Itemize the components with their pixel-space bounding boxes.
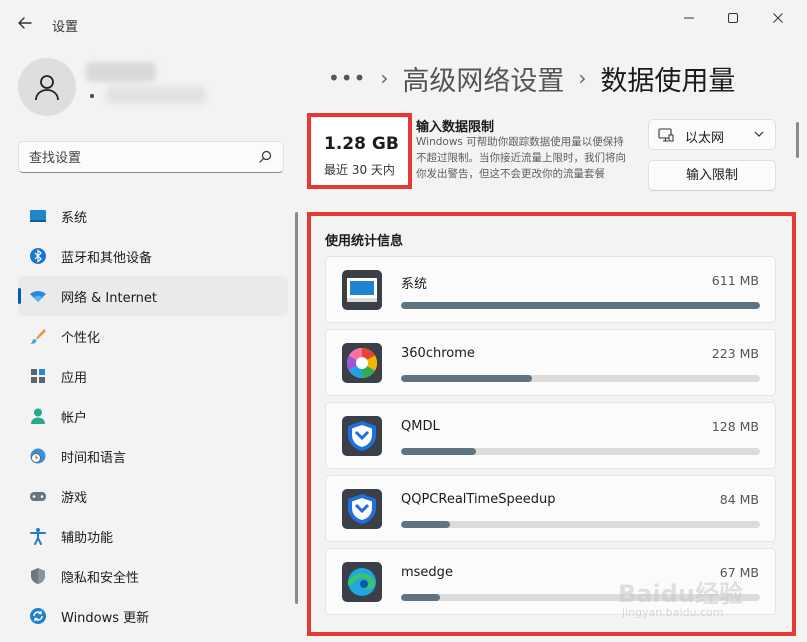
sidebar-item-accessibility[interactable]: 辅助功能 [18,516,288,556]
app-size: 84 MB [719,492,759,507]
network-adapter-dropdown[interactable]: 以太网 [648,119,776,150]
search-input[interactable] [27,147,251,169]
account-icon [28,406,48,426]
sidebar-item-network[interactable]: 网络 & Internet [18,276,288,316]
usage-bar-fill [401,594,441,601]
page-title: 数据使用量 [600,65,736,97]
sidebar-item-privacy[interactable]: 隐私和安全性 [18,556,288,596]
usage-bar-fill [401,521,451,528]
watermark-brand: Baidu经验 [618,580,743,608]
maximize-icon[interactable] [718,6,748,30]
watermark-url: jingyan.baidu.com [622,606,724,619]
search-box[interactable] [18,141,284,173]
breadcrumb-more-button[interactable]: ••• [328,66,366,90]
app-usage-list: 系统 611 MB 360chrome 223 MB QMDL 128 MB Q… [325,256,776,628]
sidebar-scrollbar[interactable] [295,212,298,604]
app-usage-item-qmdl[interactable]: QMDL 128 MB [325,402,776,469]
breadcrumb-parent-link[interactable]: 高级网络设置 [402,59,564,98]
usage-bar-fill [401,302,760,309]
gamepad-icon [28,486,48,506]
back-arrow-icon[interactable] [14,12,36,34]
ethernet-monitor-icon [658,128,674,142]
app-title: 设置 [52,20,79,35]
content-scrollbar[interactable] [796,122,799,158]
title-bar: 设置 [0,0,807,50]
chevron-down-icon [754,131,764,137]
blurred-username [86,60,206,110]
network-adapter-label: 以太网 [685,131,725,146]
breadcrumb: ••• › 高级网络设置 › 数据使用量 [328,58,735,98]
usage-bar-track [401,448,760,455]
apps-icon [28,366,48,386]
brush-icon [28,326,48,346]
usage-period: 最近 30 天内 [324,163,395,177]
app-name: QMDL [401,419,440,434]
app-size: 223 MB [711,346,759,361]
usage-bar-track [401,302,760,309]
breadcrumb-separator: › [578,66,587,90]
app-size: 128 MB [711,419,759,434]
app-usage-item-system[interactable]: 系统 611 MB [325,256,776,323]
app-usage-item-qqpcrealtimespeedup[interactable]: QQPCRealTimeSpeedup 84 MB [325,475,776,542]
sidebar-item-time-language[interactable]: 时间和语言 [18,436,288,476]
usage-bar-track [401,521,760,528]
data-limit-title: 输入数据限制 [416,120,495,135]
windows-update-icon [28,606,48,626]
360chrome-icon [342,343,382,383]
data-limit-description: Windows 可帮助你跟踪数据使用量以便保持不超过限制。当你接近流量上限时，我… [416,136,626,180]
app-name: 360chrome [401,346,475,361]
shield-icon [28,566,48,586]
usage-stats-heading: 使用统计信息 [325,234,404,249]
app-name: 系统 [401,277,428,292]
sidebar-item-bluetooth[interactable]: 蓝牙和其他设备 [18,236,288,276]
time-language-icon [28,446,48,466]
avatar[interactable] [18,58,76,116]
sidebar-item-apps[interactable]: 应用 [18,356,288,396]
breadcrumb-separator: › [380,66,389,90]
usage-bar-fill [401,375,533,382]
total-usage-value: 1.28 GB [324,134,399,154]
bluetooth-icon [28,246,48,266]
sidebar-item-system[interactable]: 系统 [18,196,288,236]
usage-summary: 1.28 GB 最近 30 天内 [312,118,410,186]
minimize-icon[interactable] [674,6,704,30]
sidebar-nav: 系统 蓝牙和其他设备 网络 & Internet 个性化 应用 帐户 时间和语言… [18,196,288,636]
search-icon[interactable] [257,149,273,165]
sidebar-item-gaming[interactable]: 游戏 [18,476,288,516]
app-size: 611 MB [711,273,759,288]
app-usage-item-360chrome[interactable]: 360chrome 223 MB [325,329,776,396]
user-icon [35,75,59,101]
system-app-icon [342,270,382,310]
enter-limit-button[interactable]: 输入限制 [648,160,776,191]
tencent-shield-icon [342,489,382,529]
system-icon [28,206,48,226]
app-name: QQPCRealTimeSpeedup [401,492,556,507]
wifi-icon [28,286,48,306]
tencent-shield-icon [342,416,382,456]
sidebar-item-accounts[interactable]: 帐户 [18,396,288,436]
sidebar-item-personalization[interactable]: 个性化 [18,316,288,356]
close-icon[interactable] [763,6,793,30]
edge-icon [342,562,382,602]
app-name: msedge [401,565,453,580]
accessibility-icon [28,526,48,546]
usage-bar-fill [401,448,477,455]
baidu-watermark: Baidu经验 jingyan.baidu.com [618,574,798,634]
sidebar-item-windows-update[interactable]: Windows 更新 [18,596,288,636]
usage-bar-track [401,375,760,382]
